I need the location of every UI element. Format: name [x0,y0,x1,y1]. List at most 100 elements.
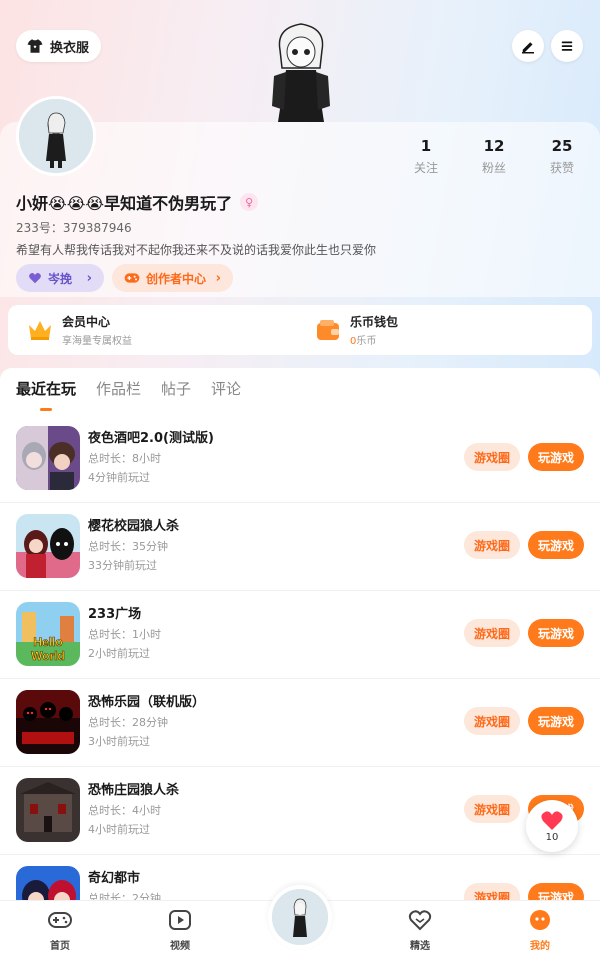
svg-text:World: World [31,649,65,663]
nav-featured[interactable]: 精选 [390,909,450,952]
stat-value: 12 [483,137,505,155]
game-last-played: 2小时前玩过 [88,647,150,660]
cp-tag-button[interactable]: 岑挽 › [16,264,104,292]
game-last-played: 3小时前玩过 [88,735,150,748]
coin-wallet-entry[interactable]: 乐币钱包 0乐币 [314,313,398,347]
menu-button[interactable] [551,30,583,62]
game-row[interactable]: 恐怖庄园狼人杀 总时长：4小时 4小时前玩过 游戏圈 玩游戏 [0,767,600,855]
game-row[interactable]: 恐怖乐园（联机版） 总时长：28分钟 3小时前玩过 游戏圈 玩游戏 [0,679,600,767]
game-cover-image [16,514,80,578]
game-last-played: 4小时前玩过 [88,823,150,836]
game-icon[interactable] [16,778,80,842]
coin-wallet-sub: 0乐币 [350,332,398,347]
game-duration: 总时长：1小时 [88,628,161,641]
game-title: 恐怖乐园（联机版） [88,695,206,710]
nav-avatar [272,889,328,945]
tab-works[interactable]: 作品栏 [96,378,141,399]
game-title: 樱花校园狼人杀 [88,519,180,534]
game-circle-button[interactable]: 游戏圈 [464,443,520,471]
game-row[interactable]: 夜色酒吧2.0(测试版) 总时长：8小时 4分钟前玩过 游戏圈 玩游戏 [0,415,600,503]
game-title: 夜色酒吧2.0(测试版) [88,431,214,446]
game-row[interactable]: Hello World 233广场 总时长：1小时 2小时前玩过 游戏圈 玩游戏 [0,591,600,679]
avatar-character-figure [272,23,330,122]
stat-value: 25 [551,137,573,155]
member-center-title: 会员中心 [62,315,111,329]
game-last-played: 33分钟前玩过 [88,559,157,572]
change-outfit-button[interactable]: 换衣服 [16,30,102,62]
avatar-figure [272,889,328,945]
gamepad-icon [48,912,72,928]
game-circle-button[interactable]: 游戏圈 [464,707,520,735]
game-icon[interactable] [16,426,80,490]
game-circle-button[interactable]: 游戏圈 [464,619,520,647]
user-id: 233号：379387946 [16,221,132,235]
user-bio: 希望有人帮我传话我对不起你我还来不及说的话我爱你此生也只爱你 [16,243,377,257]
game-circle-button[interactable]: 游戏圈 [464,795,520,823]
game-title: 233广场 [88,607,142,622]
nav-home[interactable]: 首页 [30,909,90,952]
floating-like-button[interactable]: 10 [526,800,578,852]
crown-icon [29,321,51,340]
cp-tag-label: 岑挽 [48,271,73,286]
game-icon[interactable] [16,514,80,578]
game-title: 奇幻都市 [88,871,141,886]
play-game-button[interactable]: 玩游戏 [528,531,584,559]
wallet-icon [317,320,339,340]
creator-center-button[interactable]: 创作者中心 › [112,264,233,292]
game-last-played: 4分钟前玩过 [88,471,150,484]
tab-recent-played[interactable]: 最近在玩 [16,378,76,399]
change-outfit-label: 换衣服 [50,40,90,56]
gamepad-icon [124,273,140,283]
stat-following[interactable]: 1 关注 [392,137,460,176]
game-duration: 总时长：8小时 [88,452,161,465]
mine-face-icon [530,910,550,930]
chevron-right-icon: › [215,270,221,286]
chevron-right-icon: › [86,270,92,286]
nav-label: 首页 [50,941,70,952]
coin-wallet-title: 乐币钱包 [350,315,399,329]
play-game-button[interactable]: 玩游戏 [528,619,584,647]
member-center-entry[interactable]: 会员中心 享海量专属权益 [26,313,132,347]
content-panel: 最近在玩 作品栏 帖子 评论 夜色酒吧2.0(测试版) 总时长：8小时 4分钟前… [0,368,600,960]
game-duration: 总时长：28分钟 [88,716,168,729]
game-circle-button[interactable]: 游戏圈 [464,531,520,559]
game-icon[interactable] [16,690,80,754]
nav-label: 我的 [530,941,550,952]
active-tab-indicator [40,408,52,411]
game-duration: 总时长：35分钟 [88,540,168,553]
game-cover-image [16,690,80,754]
stat-value: 1 [420,137,432,155]
shirt-icon [27,39,43,53]
game-cover-image [16,778,80,842]
game-row[interactable]: 樱花校园狼人杀 总时长：35分钟 33分钟前玩过 游戏圈 玩游戏 [0,503,600,591]
tab-posts[interactable]: 帖子 [161,378,191,399]
play-game-button[interactable]: 玩游戏 [528,707,584,735]
edit-profile-button[interactable] [512,30,544,62]
tab-comments[interactable]: 评论 [211,378,241,399]
game-cover-image: Hello World [16,602,80,666]
svg-text:Hello: Hello [33,635,62,649]
game-duration: 总时长：4小时 [88,804,161,817]
name-row: 小妍😭😭😭早知道不伪男玩了 ♀ [16,190,259,214]
avatar[interactable] [16,96,96,176]
nav-label: 视频 [170,941,190,952]
game-icon[interactable]: Hello World [16,602,80,666]
stat-likes[interactable]: 25 获赞 [528,137,596,176]
creator-center-label: 创作者中心 [146,271,207,286]
game-cover-image [16,426,80,490]
nav-video[interactable]: 视频 [150,909,210,952]
stat-label: 获赞 [549,161,574,175]
coin-unit: 乐币 [356,336,377,347]
nav-label: 精选 [410,941,430,952]
female-gender-icon: ♀ [240,193,259,211]
game-title: 恐怖庄园狼人杀 [88,783,180,798]
heart-outline-icon [408,910,432,931]
pencil-icon [522,42,534,54]
stat-fans[interactable]: 12 粉丝 [460,137,528,176]
play-game-button[interactable]: 玩游戏 [528,443,584,471]
wallet-card: 会员中心 享海量专属权益 乐币钱包 0乐币 [8,305,592,355]
nav-mine[interactable]: 我的 [510,909,570,952]
heart-icon [29,273,41,284]
profile-tabs: 最近在玩 作品栏 帖子 评论 [16,378,241,399]
nav-avatar-button[interactable] [268,885,332,949]
